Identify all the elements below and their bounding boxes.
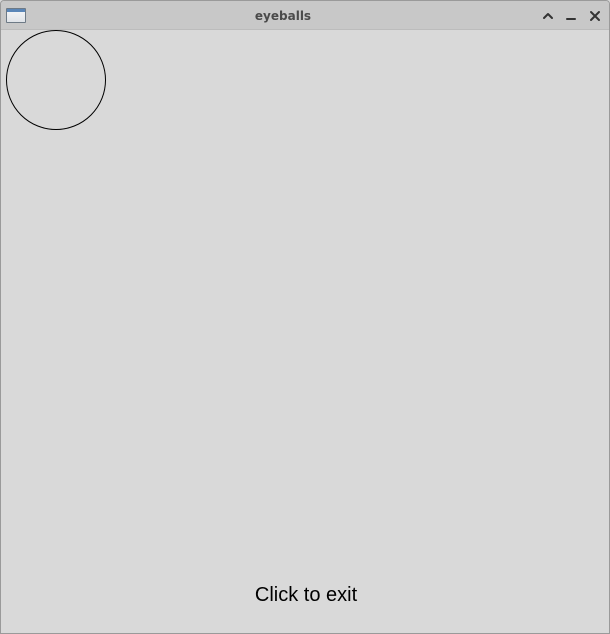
- minimize-icon[interactable]: [562, 7, 580, 25]
- app-window: eyeballs Click to exit: [0, 0, 610, 634]
- close-icon[interactable]: [586, 7, 604, 25]
- eyeball-circle: [6, 30, 106, 130]
- window-title: eyeballs: [254, 9, 312, 23]
- drawing-canvas[interactable]: Click to exit: [1, 30, 609, 633]
- shade-up-icon[interactable]: [539, 7, 557, 25]
- click-to-exit-label: Click to exit: [254, 584, 358, 606]
- title-bar[interactable]: eyeballs: [1, 1, 609, 30]
